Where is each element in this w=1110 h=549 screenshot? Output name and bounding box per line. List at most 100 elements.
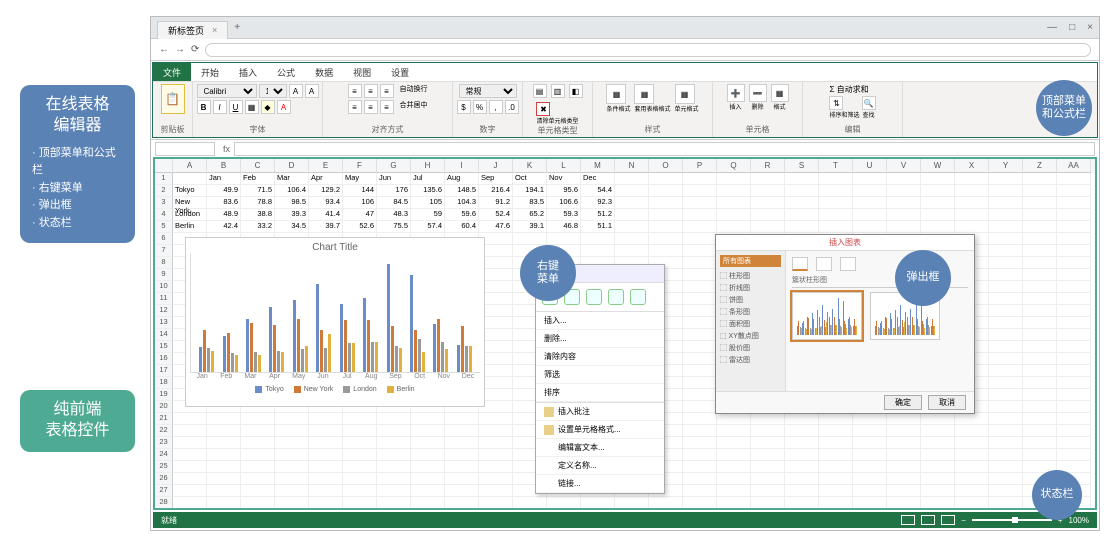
- ribbon-tab-4[interactable]: 数据: [305, 63, 343, 81]
- ribbon-tab-0[interactable]: 文件: [153, 63, 191, 81]
- col-header[interactable]: T: [819, 159, 853, 173]
- decrease-font-icon[interactable]: A: [305, 84, 319, 98]
- fill-color-button[interactable]: ◆: [261, 100, 275, 114]
- chart-subtype-2[interactable]: [816, 257, 832, 271]
- zoom-slider[interactable]: [972, 519, 1052, 521]
- celltype-btn1[interactable]: ▤: [533, 84, 547, 98]
- table-format-button[interactable]: ▦: [634, 84, 654, 104]
- font-size-select[interactable]: 11: [259, 84, 287, 98]
- col-header[interactable]: F: [343, 159, 377, 173]
- dlg-side-item[interactable]: ⬚ 股价图: [720, 342, 781, 354]
- percent-icon[interactable]: %: [473, 100, 487, 114]
- paste-button[interactable]: 📋: [161, 84, 185, 114]
- col-header[interactable]: Z: [1023, 159, 1057, 173]
- cell-style-button[interactable]: ▦: [675, 84, 695, 104]
- format-cells-button[interactable]: ▦: [771, 84, 789, 102]
- currency-icon[interactable]: $: [457, 100, 471, 114]
- formula-input[interactable]: [234, 142, 1095, 156]
- autosum-button[interactable]: Σ 自动求和: [829, 84, 868, 95]
- fx-icon[interactable]: fx: [223, 144, 230, 154]
- find-button[interactable]: 🔍: [862, 96, 876, 110]
- forward-icon[interactable]: →: [175, 44, 185, 55]
- col-header[interactable]: A: [173, 159, 207, 173]
- dlg-side-item[interactable]: ⬚ 饼图: [720, 294, 781, 306]
- ribbon-tab-6[interactable]: 设置: [381, 63, 419, 81]
- ctx-item[interactable]: 排序: [536, 384, 664, 402]
- font-family-select[interactable]: Calibri: [197, 84, 257, 98]
- ctx-item[interactable]: 定义名称...: [536, 457, 664, 475]
- minimize-icon[interactable]: —: [1047, 22, 1057, 33]
- col-header[interactable]: Y: [989, 159, 1023, 173]
- dlg-side-item[interactable]: ⬚ 面积图: [720, 318, 781, 330]
- col-header[interactable]: B: [207, 159, 241, 173]
- cond-format-button[interactable]: ▦: [606, 84, 626, 104]
- ctx-item[interactable]: 编辑富文本...: [536, 439, 664, 457]
- col-header[interactable]: I: [445, 159, 479, 173]
- wrap-text-button[interactable]: 自动换行: [396, 84, 428, 98]
- view-layout-icon[interactable]: [921, 515, 935, 525]
- chart-subtype-3[interactable]: [840, 257, 856, 271]
- col-header[interactable]: N: [615, 159, 649, 173]
- paste-option-4-icon[interactable]: [608, 289, 624, 305]
- col-header[interactable]: H: [411, 159, 445, 173]
- chart-preview-1[interactable]: [792, 292, 862, 340]
- dlg-side-item[interactable]: ⬚ XY散点图: [720, 330, 781, 342]
- col-header[interactable]: AA: [1057, 159, 1091, 173]
- ribbon-tab-1[interactable]: 开始: [191, 63, 229, 81]
- embedded-chart[interactable]: Chart Title JanFebMarAprMayJunJulAugSepO…: [185, 237, 485, 407]
- col-header[interactable]: C: [241, 159, 275, 173]
- reload-icon[interactable]: ⟳: [191, 44, 199, 55]
- dlg-side-item[interactable]: ⬚ 条形图: [720, 306, 781, 318]
- align-center-icon[interactable]: ≡: [364, 100, 378, 114]
- merge-button[interactable]: 合并居中: [396, 100, 428, 114]
- close-icon[interactable]: ×: [1087, 22, 1093, 33]
- celltype-btn3[interactable]: ◧: [569, 84, 583, 98]
- dlg-side-item[interactable]: ⬚ 折线图: [720, 282, 781, 294]
- dialog-cancel-button[interactable]: 取消: [928, 395, 966, 410]
- dialog-ok-button[interactable]: 确定: [884, 395, 922, 410]
- align-right-icon[interactable]: ≡: [380, 100, 394, 114]
- clear-celltype-button[interactable]: ✖: [536, 102, 550, 116]
- align-left-icon[interactable]: ≡: [348, 100, 362, 114]
- ctx-item[interactable]: 插入批注: [536, 403, 664, 421]
- border-button[interactable]: ▦: [245, 100, 259, 114]
- increase-font-icon[interactable]: A: [289, 84, 303, 98]
- spreadsheet-grid[interactable]: ABCDEFGHIJKLMNOPQRSTUVWXYZAA 1JanFebMarA…: [153, 157, 1097, 510]
- ribbon-tab-2[interactable]: 插入: [229, 63, 267, 81]
- align-top-icon[interactable]: ≡: [348, 84, 362, 98]
- col-header[interactable]: J: [479, 159, 513, 173]
- col-header[interactable]: V: [887, 159, 921, 173]
- col-header[interactable]: W: [921, 159, 955, 173]
- paste-option-3-icon[interactable]: [586, 289, 602, 305]
- chart-subtype-1[interactable]: [792, 257, 808, 271]
- new-tab-button[interactable]: +: [234, 22, 240, 33]
- ribbon-tab-5[interactable]: 视图: [343, 63, 381, 81]
- col-header[interactable]: Q: [717, 159, 751, 173]
- url-input[interactable]: [205, 43, 1091, 57]
- ribbon-tab-3[interactable]: 公式: [267, 63, 305, 81]
- browser-tab[interactable]: 新标签页 ×: [157, 21, 228, 39]
- col-header[interactable]: R: [751, 159, 785, 173]
- underline-button[interactable]: U: [229, 100, 243, 114]
- col-header[interactable]: O: [649, 159, 683, 173]
- paste-option-5-icon[interactable]: [630, 289, 646, 305]
- italic-button[interactable]: I: [213, 100, 227, 114]
- col-header[interactable]: U: [853, 159, 887, 173]
- col-header[interactable]: S: [785, 159, 819, 173]
- sort-button[interactable]: ⇅: [829, 96, 843, 110]
- dlg-side-item[interactable]: ⬚ 雷达图: [720, 354, 781, 366]
- number-format-select[interactable]: 常规: [459, 84, 517, 98]
- close-tab-icon[interactable]: ×: [212, 25, 217, 35]
- align-mid-icon[interactable]: ≡: [364, 84, 378, 98]
- comma-icon[interactable]: ,: [489, 100, 503, 114]
- inc-dec-icon[interactable]: .0: [505, 100, 519, 114]
- insert-cells-button[interactable]: ➕: [727, 84, 745, 102]
- name-box[interactable]: [155, 142, 215, 156]
- ctx-item[interactable]: 清除内容: [536, 348, 664, 366]
- view-normal-icon[interactable]: [901, 515, 915, 525]
- dlg-side-item[interactable]: ⬚ 柱形图: [720, 270, 781, 282]
- col-header[interactable]: K: [513, 159, 547, 173]
- align-bot-icon[interactable]: ≡: [380, 84, 394, 98]
- delete-cells-button[interactable]: ➖: [749, 84, 767, 102]
- col-header[interactable]: X: [955, 159, 989, 173]
